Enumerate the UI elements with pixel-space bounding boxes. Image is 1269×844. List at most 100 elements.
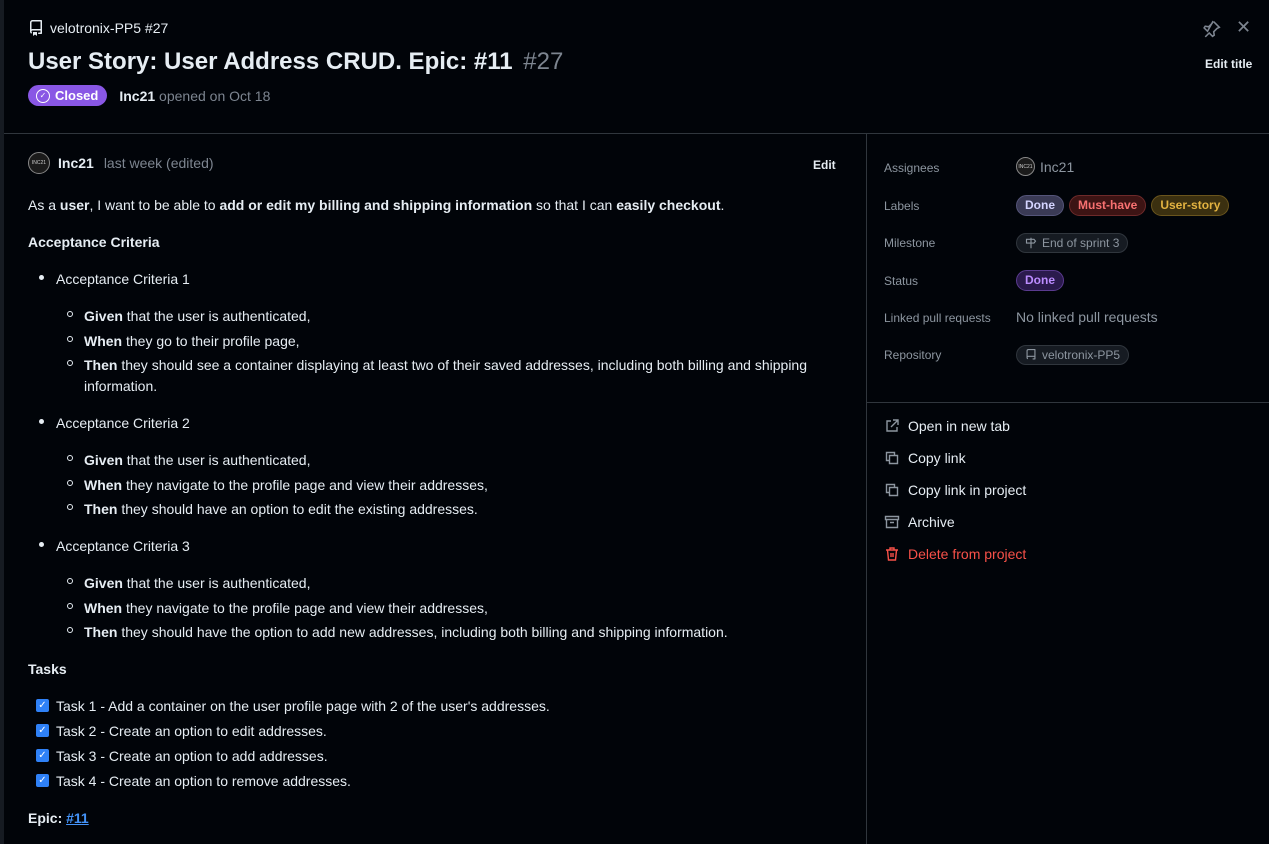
delete-from-project-label: Delete from project xyxy=(908,546,1027,562)
status-pill[interactable]: Done xyxy=(1016,270,1064,291)
task-item: Task 2 - Create an option to edit addres… xyxy=(56,723,327,739)
milestone-value[interactable]: End of sprint 3 xyxy=(1016,233,1129,253)
issue-sidebar: Assignees INC21 Inc21 Labels Done Must-h… xyxy=(867,134,1269,844)
intro-part: , I want to be able to xyxy=(89,197,220,213)
bullet-icon xyxy=(67,504,73,510)
task-item: Task 1 - Add a container on the user pro… xyxy=(56,698,550,714)
criteria-item-continuation: information. xyxy=(84,378,158,394)
keyword: When xyxy=(84,333,123,349)
avatar[interactable]: INC21 xyxy=(28,152,50,174)
keyword: Given xyxy=(84,308,123,324)
task-checkbox[interactable]: ✓ xyxy=(36,699,49,712)
item-text: they navigate to the profile page and vi… xyxy=(122,600,488,616)
task-item: Task 4 - Create an option to remove addr… xyxy=(56,773,351,789)
repository-value[interactable]: velotronix-PP5 xyxy=(1016,345,1130,365)
item-text: they should have the option to add new a… xyxy=(117,624,728,640)
criteria-item: Given that the user is authenticated, xyxy=(84,306,310,326)
bullet-icon xyxy=(67,336,73,342)
keyword: Then xyxy=(84,357,118,373)
criteria-item: Then they should have the option to add … xyxy=(84,622,728,642)
edit-comment-button[interactable]: Edit xyxy=(813,158,836,172)
keyword: Then xyxy=(84,624,118,640)
bullet-icon xyxy=(67,311,73,317)
sidebar-divider xyxy=(867,402,1269,403)
criteria-title: Acceptance Criteria 1 xyxy=(56,271,190,287)
label-done[interactable]: Done xyxy=(1016,195,1064,216)
repository-label: Repository xyxy=(884,348,942,362)
task-checkbox[interactable]: ✓ xyxy=(36,724,49,737)
comment-meta[interactable]: last week (edited) xyxy=(104,155,214,171)
criteria-item: Then they should see a container display… xyxy=(84,355,807,375)
acceptance-criteria-heading: Acceptance Criteria xyxy=(28,232,160,252)
epic-label: Epic: xyxy=(28,810,63,826)
task-item: Task 3 - Create an option to add address… xyxy=(56,748,328,764)
repo-reference-text: velotronix-PP5 #27 xyxy=(50,20,169,36)
opened-date: opened on Oct 18 xyxy=(159,87,271,104)
milestone-icon xyxy=(1025,237,1037,249)
criteria-item: Given that the user is authenticated, xyxy=(84,573,310,593)
pin-icon[interactable] xyxy=(1203,20,1221,38)
labels-value[interactable]: Done Must-have User-story xyxy=(1016,195,1230,216)
repo-icon xyxy=(1026,349,1036,360)
state-badge-label: Closed xyxy=(55,88,99,103)
item-text: that the user is authenticated, xyxy=(122,575,311,591)
issue-body: INC21 Inc21 last week (edited) Edit As a… xyxy=(4,134,866,844)
bullet-icon xyxy=(39,275,44,280)
trash-icon xyxy=(886,547,898,561)
heading-text: Tasks xyxy=(28,661,67,677)
criteria-title: Acceptance Criteria 3 xyxy=(56,538,190,554)
repo-reference[interactable]: velotronix-PP5 #27 xyxy=(28,20,168,36)
repository-pill[interactable]: velotronix-PP5 xyxy=(1016,345,1130,365)
open-in-new-tab-button[interactable]: Open in new tab xyxy=(884,418,1010,434)
bullet-icon xyxy=(67,360,73,366)
state-badge: ✓ Closed xyxy=(28,85,108,106)
keyword: Given xyxy=(84,575,123,591)
bullet-icon xyxy=(39,542,44,547)
bullet-icon xyxy=(67,603,73,609)
archive-button[interactable]: Archive xyxy=(884,514,955,530)
label-user-story[interactable]: User-story xyxy=(1151,195,1230,216)
item-text: they should have an option to edit the e… xyxy=(117,501,478,517)
intro-bold: user xyxy=(59,197,90,213)
close-icon[interactable]: ✕ xyxy=(1236,17,1251,38)
repository-name: velotronix-PP5 xyxy=(1042,348,1121,362)
check-circle-icon: ✓ xyxy=(36,88,50,103)
copy-link-in-project-button[interactable]: Copy link in project xyxy=(884,482,1026,498)
milestone-pill[interactable]: End of sprint 3 xyxy=(1016,233,1129,253)
intro-bold: easily checkout xyxy=(616,197,721,213)
criteria-item: When they navigate to the profile page a… xyxy=(84,475,488,495)
avatar: INC21 xyxy=(1016,157,1035,176)
intro-bold: add or edit my billing and shipping info… xyxy=(219,197,533,213)
task-checkbox[interactable]: ✓ xyxy=(36,749,49,762)
intro-part: . xyxy=(720,197,725,213)
archive-icon xyxy=(884,515,900,529)
heading-text: Acceptance Criteria xyxy=(28,234,160,250)
epic-link[interactable]: #11 xyxy=(66,810,89,826)
copy-link-label: Copy link xyxy=(908,450,966,466)
copy-icon xyxy=(885,483,899,497)
comment-author[interactable]: Inc21 xyxy=(58,155,94,171)
criteria-item: Given that the user is authenticated, xyxy=(84,450,310,470)
issue-title-text: User Story: User Address CRUD. Epic: #11 xyxy=(28,48,513,75)
edit-title-button[interactable]: Edit title xyxy=(1205,57,1252,71)
copy-icon xyxy=(885,451,899,465)
item-text: that the user is authenticated, xyxy=(122,452,311,468)
milestone-name: End of sprint 3 xyxy=(1042,236,1120,250)
status-label: Status xyxy=(884,274,919,288)
task-checkbox[interactable]: ✓ xyxy=(36,774,49,787)
bullet-icon xyxy=(67,578,73,584)
copy-link-button[interactable]: Copy link xyxy=(884,450,966,466)
status-value[interactable]: Done xyxy=(1016,270,1064,291)
bullet-icon xyxy=(67,480,73,486)
criteria-item: When they navigate to the profile page a… xyxy=(84,598,488,618)
bullet-icon xyxy=(67,455,73,461)
comment-header: INC21 Inc21 last week (edited) xyxy=(28,152,214,174)
issue-author[interactable]: Inc21 xyxy=(119,88,155,104)
delete-from-project-button[interactable]: Delete from project xyxy=(884,546,1026,562)
label-must-have[interactable]: Must-have xyxy=(1069,195,1147,216)
assignees-value[interactable]: INC21 Inc21 xyxy=(1016,157,1074,176)
linked-prs-value: No linked pull requests xyxy=(1016,309,1158,325)
issue-number: #27 xyxy=(523,48,564,75)
item-text: they navigate to the profile page and vi… xyxy=(122,477,488,493)
opened-info: Inc21 opened on Oct 18 xyxy=(119,88,270,104)
